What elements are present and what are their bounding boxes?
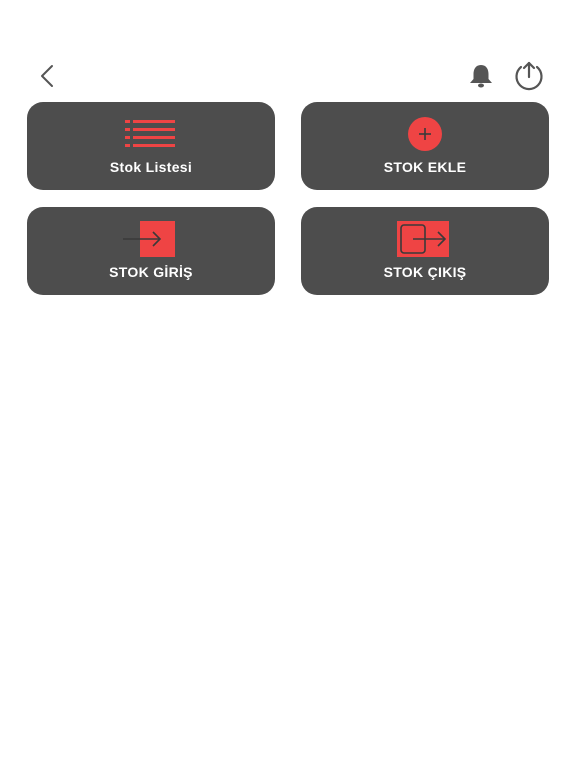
notifications-button[interactable] — [466, 62, 496, 90]
stok-giris-label: STOK GİRİŞ — [109, 264, 193, 280]
stok-cikis-label: STOK ÇIKIŞ — [383, 264, 467, 280]
login-arrow-icon — [123, 221, 175, 257]
stok-cikis-button[interactable]: STOK ÇIKIŞ — [301, 207, 549, 295]
bell-icon — [470, 65, 492, 88]
upload-button[interactable] — [512, 60, 546, 92]
plus-circle-icon — [408, 117, 442, 151]
stok-listesi-label: Stok Listesi — [109, 159, 193, 175]
back-button[interactable] — [34, 62, 62, 90]
stok-ekle-label: STOK EKLE — [383, 159, 467, 175]
logout-arrow-icon — [397, 221, 449, 257]
stok-ekle-button[interactable]: STOK EKLE — [301, 102, 549, 190]
stok-listesi-button[interactable]: Stok Listesi — [27, 102, 275, 190]
list-icon — [125, 120, 175, 147]
stok-giris-button[interactable]: STOK GİRİŞ — [27, 207, 275, 295]
upload-circle-icon — [515, 61, 543, 91]
top-bar — [0, 58, 576, 94]
chevron-left-icon — [41, 65, 53, 87]
